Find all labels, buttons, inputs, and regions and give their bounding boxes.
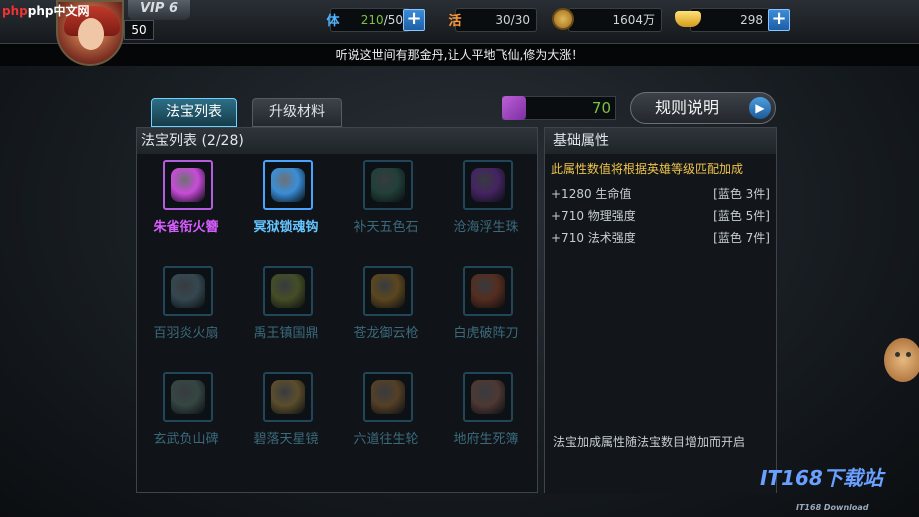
treasure-name: 白虎破阵刀: [453, 326, 519, 341]
site-watermark: IT168下载站 IT168 Download: [760, 466, 883, 512]
treasure-item[interactable]: 朱雀衔火簪: [137, 154, 235, 254]
attributes-title: 基础属性: [545, 128, 776, 154]
treasure-item[interactable]: 百羽炎火扇: [137, 260, 235, 360]
treasure-artwork: [471, 380, 505, 414]
treasure-name: 苍龙御云枪: [353, 326, 419, 341]
treasure-item[interactable]: 补天五色石: [337, 154, 435, 254]
stamina-icon: 体: [326, 13, 340, 29]
treasure-icon: [363, 160, 413, 210]
avatar-face: [78, 18, 104, 50]
treasure-item[interactable]: 碧落天星镜: [237, 366, 335, 466]
bear-mascot-icon[interactable]: [884, 338, 919, 382]
attributes-panel: 基础属性 此属性数值将根据英雄等级匹配加成 +1280 生命值 [蓝色 3件] …: [544, 127, 777, 494]
treasure-icon: [363, 266, 413, 316]
treasure-name: 朱雀衔火簪: [153, 220, 219, 235]
treasure-icon: [263, 266, 313, 316]
tab-upgrade-materials[interactable]: 升级材料: [252, 98, 342, 127]
treasure-artwork: [471, 168, 505, 202]
treasure-item[interactable]: 冥狱锁魂钩: [237, 154, 335, 254]
treasure-icon: [463, 266, 513, 316]
add-stamina-button[interactable]: +: [403, 9, 425, 31]
tab-treasure-list[interactable]: 法宝列表: [151, 98, 237, 127]
treasure-name: 沧海浮生珠: [453, 220, 519, 235]
attribute-row: +710 物理强度 [蓝色 5件]: [551, 209, 770, 223]
treasure-artwork: [371, 380, 405, 414]
treasure-item[interactable]: 地府生死簿: [437, 366, 535, 466]
treasure-icon: [263, 160, 313, 210]
treasure-name: 玄武负山碑: [153, 432, 219, 447]
purple-crystal-icon: [502, 96, 526, 120]
copper-display: 1604万: [568, 8, 662, 32]
treasure-icon: [163, 160, 213, 210]
copper-coin-icon: [548, 4, 578, 34]
rules-button[interactable]: 规则说明 ▶: [630, 92, 776, 124]
rules-button-label: 规则说明: [655, 98, 720, 117]
treasure-artwork: [171, 380, 205, 414]
treasure-icon: [163, 372, 213, 422]
treasure-artwork: [271, 168, 305, 202]
treasure-item[interactable]: 六道往生轮: [337, 366, 435, 466]
treasure-name: 禹王镇国鼎: [253, 326, 319, 341]
treasure-artwork: [471, 274, 505, 308]
site-watermark-logo: phpphp中文网: [2, 4, 90, 18]
treasure-name: 补天五色石: [353, 220, 419, 235]
treasure-name: 冥狱锁魂钩: [253, 220, 319, 235]
attributes-footer: 法宝加成属性随法宝数目增加而开启: [553, 435, 746, 449]
treasure-list-title: 法宝列表 (2/28): [137, 128, 537, 154]
treasure-icon: [463, 372, 513, 422]
attribute-row: +710 法术强度 [蓝色 7件]: [551, 231, 770, 245]
vitality-icon: 活: [448, 13, 462, 29]
bear-eye: [906, 352, 911, 357]
treasure-name: 六道往生轮: [353, 432, 419, 447]
treasure-item[interactable]: 玄武负山碑: [137, 366, 235, 466]
bear-eye: [895, 352, 900, 357]
player-level: 50: [124, 20, 154, 40]
treasure-icon: [363, 372, 413, 422]
treasure-icon: [263, 372, 313, 422]
treasure-item[interactable]: 沧海浮生珠: [437, 154, 535, 254]
arrow-right-icon: ▶: [749, 97, 771, 119]
treasure-icon: [163, 266, 213, 316]
attribute-row: +1280 生命值 [蓝色 3件]: [551, 187, 770, 201]
add-gold-button[interactable]: +: [768, 9, 790, 31]
treasure-artwork: [171, 168, 205, 202]
gold-ingot-icon: [673, 4, 703, 34]
attributes-body: 此属性数值将根据英雄等级匹配加成 +1280 生命值 [蓝色 3件] +710 …: [545, 154, 776, 494]
treasure-artwork: [171, 274, 205, 308]
news-ticker: 听说这世间有那金丹,让人平地飞仙,修为大涨！: [0, 44, 919, 66]
treasure-item[interactable]: 白虎破阵刀: [437, 260, 535, 360]
treasure-grid[interactable]: 朱雀衔火簪 冥狱锁魂钩 补天五色石 沧海浮生珠百羽炎火扇 禹王镇国鼎 苍龙御云枪 白虎破阵刀…: [137, 154, 537, 492]
treasure-item[interactable]: 禹王镇国鼎: [237, 260, 335, 360]
treasure-artwork: [371, 168, 405, 202]
treasure-artwork: [371, 274, 405, 308]
treasure-name: 地府生死簿: [453, 432, 519, 447]
treasure-item[interactable]: 苍龙御云枪: [337, 260, 435, 360]
treasure-name: 百羽炎火扇: [153, 326, 219, 341]
vip-badge[interactable]: VIP 6: [128, 0, 190, 20]
attributes-note: 此属性数值将根据英雄等级匹配加成: [551, 162, 744, 176]
treasure-artwork: [271, 380, 305, 414]
treasure-artwork: [271, 274, 305, 308]
treasure-name: 碧落天星镜: [253, 432, 319, 447]
treasure-list-panel: 法宝列表 (2/28) 朱雀衔火簪 冥狱锁魂钩 补天五色石 沧海浮生珠百羽炎火扇 禹王镇…: [136, 127, 538, 493]
treasure-icon: [463, 160, 513, 210]
